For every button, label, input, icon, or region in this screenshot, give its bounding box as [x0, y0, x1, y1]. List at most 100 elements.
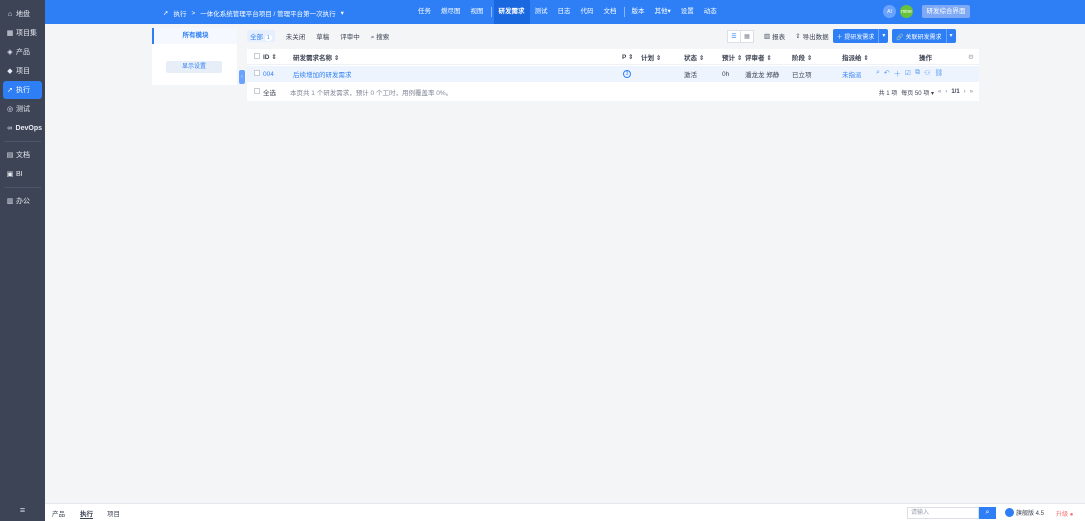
prev-page-icon[interactable]: ‹	[945, 89, 947, 95]
row-assignee[interactable]: 未指派	[842, 69, 862, 79]
chevron-down-icon[interactable]: ▾	[945, 29, 956, 43]
sidebar-item-devops[interactable]: ∞ DevOps	[3, 119, 42, 137]
nav-story[interactable]: 研发需求	[493, 0, 530, 24]
avatar[interactable]: mine	[900, 5, 913, 18]
nav-settings[interactable]: 设置	[676, 0, 699, 24]
nav-doc[interactable]: 文档	[599, 0, 622, 24]
header-reviewer[interactable]: 评审者 ⇕	[745, 52, 772, 62]
nav-code[interactable]: 代码	[576, 0, 599, 24]
header-plan[interactable]: 计划 ⇕	[641, 52, 661, 62]
sort-icon: ⇕	[698, 54, 705, 62]
edit-icon[interactable]: ☑	[905, 69, 911, 79]
plus-icon[interactable]: ＋	[894, 69, 901, 79]
filter-all[interactable]: 全部 1	[247, 30, 275, 42]
row-id[interactable]: 004	[263, 71, 274, 78]
header-name[interactable]: 研发需求名称 ⇕	[293, 52, 339, 62]
version-info[interactable]: 旗舰版 4.5	[1005, 508, 1044, 517]
row-name[interactable]: 后续增加的研发需求	[293, 69, 352, 79]
select-all-label[interactable]: 全选	[263, 87, 276, 97]
nav-release[interactable]: 版本	[627, 0, 650, 24]
chevron-down-icon[interactable]: ▾	[878, 29, 888, 43]
header-priority[interactable]: P ⇕	[622, 53, 633, 61]
last-page-icon[interactable]: »	[970, 89, 973, 95]
header-estimate[interactable]: 预计 ⇕	[722, 52, 742, 62]
sidebar-item-product[interactable]: ◈ 产品	[3, 43, 42, 61]
review-icon[interactable]: ⌕	[876, 69, 880, 79]
sidebar-item-home[interactable]: ⌂ 地盘	[3, 5, 42, 23]
bottom-tab-project[interactable]: 项目	[107, 508, 120, 518]
nav-task[interactable]: 任务	[413, 0, 436, 24]
sidebar-item-execution[interactable]: ➚ 执行	[3, 81, 42, 99]
breadcrumb-root[interactable]: 执行	[173, 8, 186, 18]
sidebar-item-label: 项目集	[16, 30, 37, 37]
sidebar-item-test[interactable]: ◎ 测试	[3, 100, 42, 118]
execution-icon: ➚	[163, 10, 169, 17]
filter-draft[interactable]: 草稿	[316, 31, 329, 41]
row-estimate: 0h	[722, 70, 730, 78]
pager: 共 1 项 每页 50 项 ▾ « ‹ 1/1 › »	[879, 88, 973, 97]
header-status-label: 状态	[684, 54, 697, 62]
sidebar-item-bi[interactable]: ▣ BI	[3, 165, 42, 183]
header-assignee[interactable]: 指派给 ⇕	[842, 52, 869, 62]
filter-search[interactable]: ⌕ 搜索	[371, 31, 389, 42]
nav-burndown[interactable]: 燃尽图	[436, 0, 466, 24]
nav-test[interactable]: 测试	[530, 0, 553, 24]
select-all-checkbox[interactable]	[254, 52, 260, 59]
sidebar-item-label: 产品	[16, 49, 30, 56]
chevron-down-icon[interactable]: ▾	[341, 9, 344, 17]
version-label: 旗舰版 4.5	[1016, 511, 1045, 517]
sidebar-item-label: 项目	[16, 68, 30, 75]
sidebar-item-project[interactable]: ◆ 项目	[3, 62, 42, 80]
menu-toggle-icon[interactable]: ≡	[0, 505, 45, 515]
nav-log[interactable]: 日志	[553, 0, 576, 24]
header-status[interactable]: 状态 ⇕	[684, 52, 704, 62]
header-stage[interactable]: 阶段 ⇕	[792, 52, 812, 62]
sidebar-item-label: DevOps	[15, 124, 42, 132]
list-view-icon[interactable]: ☰	[727, 29, 741, 43]
sidebar-item-program[interactable]: ▦ 项目集	[3, 24, 42, 42]
filter-search-label: 搜索	[376, 33, 390, 41]
first-page-icon[interactable]: «	[938, 89, 941, 95]
copy-icon[interactable]: ⧉	[915, 69, 920, 79]
plus-icon: ＋	[836, 34, 843, 41]
sidebar-item-label: 文档	[16, 152, 30, 159]
filter-unclosed[interactable]: 未关闭	[286, 31, 306, 41]
search-input[interactable]: 请输入	[907, 507, 979, 519]
bottom-tab-execution[interactable]: 执行	[80, 508, 93, 519]
split-icon[interactable]: ⚇	[924, 69, 930, 79]
nav-divider	[490, 7, 492, 17]
export-button[interactable]: ⇪ 导出数据	[795, 31, 828, 41]
create-story-button[interactable]: ＋ 提研发需求 ▾	[832, 29, 889, 43]
sidebar-item-office[interactable]: ▥ 办公	[3, 192, 42, 210]
filter-reviewing[interactable]: 评审中	[340, 31, 360, 41]
module-all[interactable]: 所有模块	[152, 28, 237, 44]
row-checkbox[interactable]	[254, 70, 260, 76]
nav-other[interactable]: 其他▾	[650, 0, 676, 24]
per-page-select[interactable]: 每页 50 项 ▾	[901, 88, 934, 97]
sort-icon: ⇕	[628, 53, 634, 61]
nav-view[interactable]: 视图	[466, 0, 489, 24]
sort-icon: ⇕	[736, 54, 743, 62]
nav-dynamic[interactable]: 动态	[699, 0, 722, 24]
kanban-view-icon[interactable]: ▦	[740, 29, 754, 43]
bottom-tab-product[interactable]: 产品	[52, 508, 65, 518]
product-icon: ◈	[7, 49, 13, 56]
ai-icon[interactable]: AI	[883, 5, 896, 18]
sidebar-item-doc[interactable]: ▤ 文档	[3, 146, 42, 164]
search-button[interactable]: ⌕	[979, 507, 996, 519]
report-button[interactable]: ▥ 报表	[764, 31, 785, 41]
table-row[interactable]: 004 后续增加的研发需求 3 激活 0h 潘龙龙 郑静 已立项 未指派 ⌕ ↶…	[247, 66, 979, 82]
unlink-icon[interactable]: ⛓	[934, 69, 943, 79]
column-settings-icon[interactable]: ⚙	[968, 53, 974, 61]
next-page-icon[interactable]: ›	[964, 89, 966, 95]
select-all-checkbox[interactable]	[254, 88, 260, 94]
collapse-panel-icon[interactable]: ‹	[239, 70, 245, 84]
header-id[interactable]: ID ⇕	[263, 53, 277, 61]
breadcrumb-path[interactable]: 一体化系统管理平台项目 / 管理平台第一次执行	[200, 8, 335, 18]
display-settings-button[interactable]: 显示设置	[166, 61, 222, 73]
ui-switch-button[interactable]: 研发综合界面	[922, 5, 970, 18]
upgrade-link[interactable]: 升级 ●	[1056, 509, 1073, 518]
link-story-button[interactable]: 🔗 关联研发需求 ▾	[892, 29, 956, 43]
report-label: 报表	[772, 34, 786, 41]
undo-icon[interactable]: ↶	[884, 69, 890, 79]
